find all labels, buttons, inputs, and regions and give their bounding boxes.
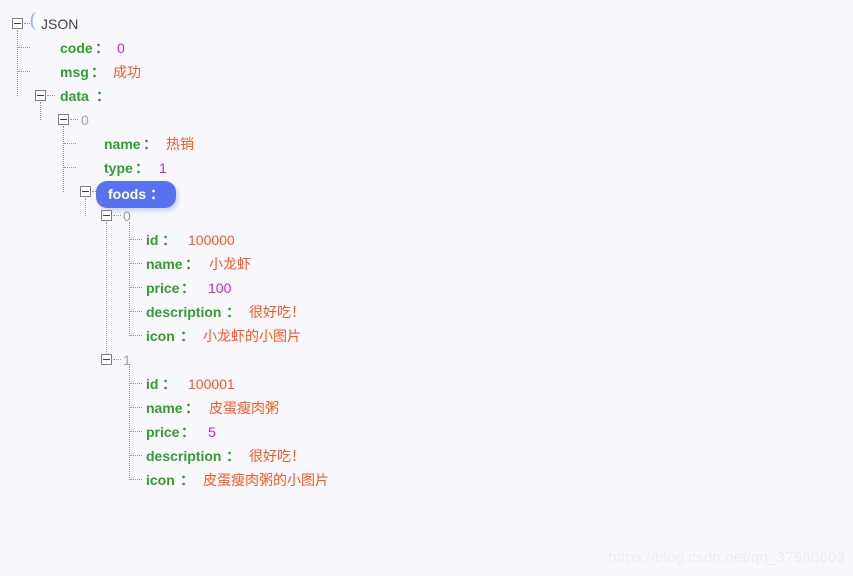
root-label: JSON: [41, 16, 79, 32]
key-food-1-id: id: [146, 376, 159, 392]
colon-food-0-icon: ：: [180, 328, 194, 344]
connector-food-1: [113, 359, 121, 360]
connector-food-0-description: [130, 311, 142, 312]
json-tree-viewer: ( JSON code ： 0 msg ： 成功 data ： 0 name ：…: [0, 0, 853, 576]
value-food-1-name: 皮蛋瘦肉粥: [209, 400, 279, 416]
value-food-0-id: 100000: [188, 232, 235, 248]
colon-data-0-type: ：: [135, 160, 149, 176]
value-data-0-type: 1: [159, 160, 167, 176]
colon-food-1-icon: ：: [180, 472, 194, 488]
connector-data-0: [70, 119, 78, 120]
value-food-1-id: 100001: [188, 376, 235, 392]
key-food-0-name: name: [146, 256, 183, 272]
colon-food-0-id: ：: [162, 232, 176, 248]
connector-food-0-icon: [130, 335, 142, 336]
key-food-1-description: description: [146, 448, 222, 464]
connector-data-0-name: [64, 143, 76, 144]
colon-food-0-price: ：: [181, 280, 195, 296]
key-food-1-name: name: [146, 400, 183, 416]
colon-food-1-price: ：: [181, 424, 195, 440]
watermark: https://blog.csdn.net/qq_37960603: [608, 549, 845, 566]
colon-food-0-name: ：: [185, 256, 199, 272]
connector-data: [47, 95, 55, 96]
guide-line-data-0: [63, 126, 64, 192]
colon-data: ：: [96, 88, 110, 104]
guide-line-foods-items: [106, 222, 107, 354]
guide-line-data: [40, 102, 41, 120]
root-bracket-icon: (: [29, 8, 37, 32]
value-food-0-description: 很好吃！: [249, 304, 305, 320]
key-data-0-name: name: [104, 136, 141, 152]
connector-code: [18, 47, 30, 48]
colon-data-0-name: ：: [143, 136, 157, 152]
connector-food-1-price: [130, 431, 142, 432]
value-food-1-icon: 皮蛋瘦肉粥的小图片: [203, 472, 329, 488]
key-foods-selected[interactable]: foods ：: [96, 181, 176, 208]
value-food-1-price: 5: [208, 424, 216, 440]
key-food-0-icon: icon: [146, 328, 175, 344]
toggle-root-collapse-icon[interactable]: [12, 18, 23, 29]
toggle-food-0-collapse-icon[interactable]: [101, 210, 112, 221]
value-food-1-description: 很好吃！: [249, 448, 305, 464]
colon-code: ：: [95, 40, 109, 56]
colon-food-1-name: ：: [185, 400, 199, 416]
value-food-0-price: 100: [208, 280, 232, 296]
connector-food-1-name: [130, 407, 142, 408]
key-code: code: [60, 40, 93, 56]
connector-food-0-price: [130, 287, 142, 288]
key-food-1-icon: icon: [146, 472, 175, 488]
value-msg: 成功: [113, 64, 141, 80]
connector-food-1-icon: [130, 479, 142, 480]
toggle-foods-collapse-icon[interactable]: [80, 186, 91, 197]
value-food-0-name: 小龙虾: [209, 256, 251, 272]
connector-msg: [18, 71, 30, 72]
colon-food-1-description: ：: [226, 448, 240, 464]
connector-food-1-description: [130, 455, 142, 456]
toggle-food-1-collapse-icon[interactable]: [101, 354, 112, 365]
guide-line-foods: [85, 198, 86, 216]
key-food-0-price: price: [146, 280, 180, 296]
colon-food-1-id: ：: [162, 376, 176, 392]
toggle-data-0-collapse-icon[interactable]: [58, 114, 69, 125]
value-food-0-icon: 小龙虾的小图片: [203, 328, 301, 344]
key-food-0-description: description: [146, 304, 222, 320]
value-code: 0: [117, 40, 125, 56]
key-data-0-type: type: [104, 160, 133, 176]
key-food-1-price: price: [146, 424, 180, 440]
connector-data-0-type: [64, 167, 76, 168]
connector-food-0: [113, 215, 121, 216]
colon-food-0-description: ：: [226, 304, 240, 320]
key-data: data: [60, 88, 89, 104]
index-label-data-0: 0: [81, 112, 89, 128]
key-msg: msg: [60, 64, 89, 80]
value-data-0-name: 热销: [166, 136, 194, 152]
toggle-data-collapse-icon[interactable]: [35, 90, 46, 101]
connector-food-0-id: [130, 239, 142, 240]
key-food-0-id: id: [146, 232, 159, 248]
guide-line-root: [17, 30, 18, 96]
colon-msg: ：: [91, 64, 105, 80]
connector-food-0-name: [130, 263, 142, 264]
connector-food-1-id: [130, 383, 142, 384]
